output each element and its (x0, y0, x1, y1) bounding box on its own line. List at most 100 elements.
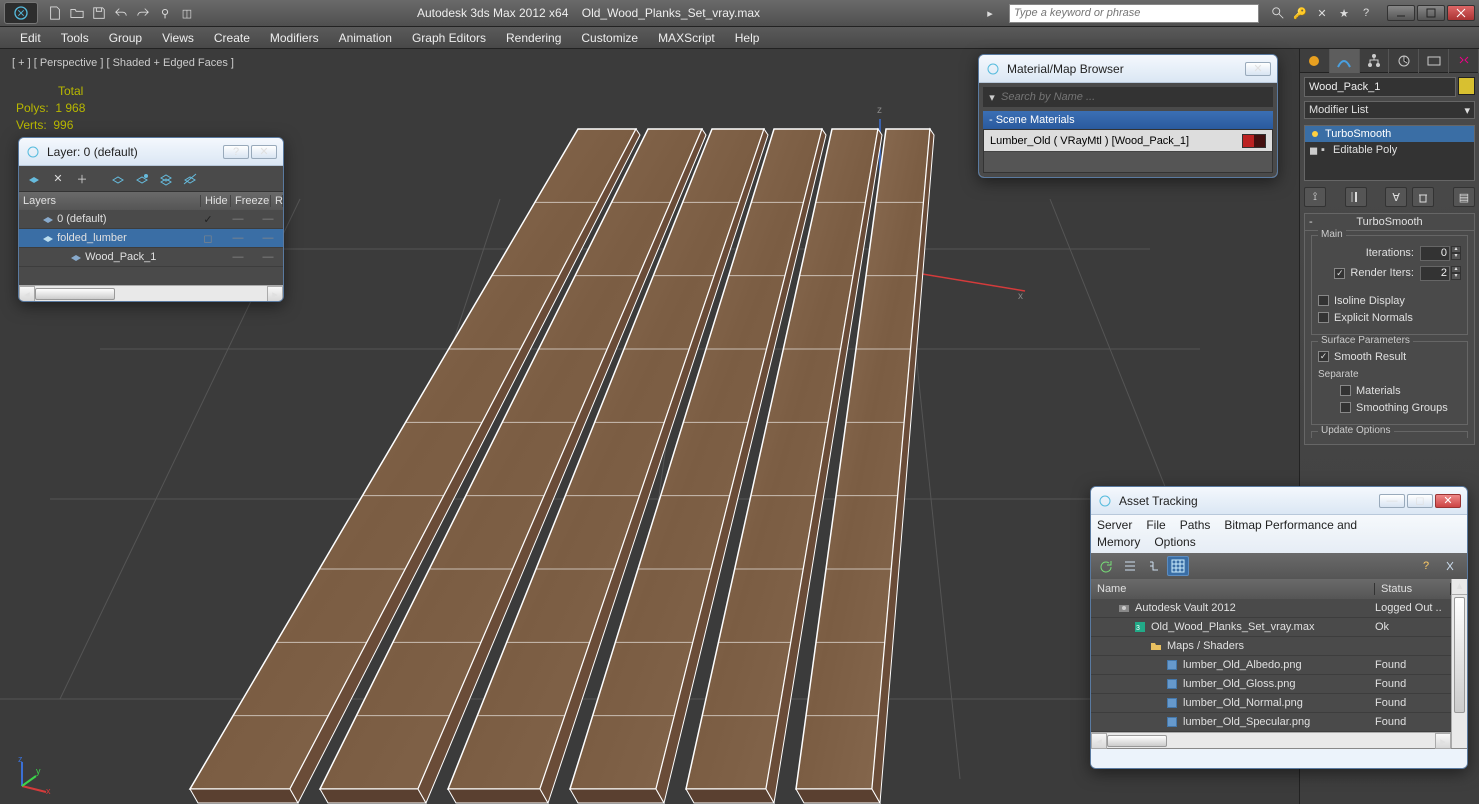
asset-options-icon[interactable] (1439, 556, 1461, 576)
menu-tools[interactable]: Tools (51, 29, 99, 47)
close-button[interactable] (1447, 5, 1475, 21)
asset-close-button[interactable]: ✕ (1435, 494, 1461, 508)
configure-modifier-sets-button[interactable]: ▤ (1453, 187, 1475, 207)
asset-vertical-scrollbar[interactable]: ▴ (1451, 579, 1467, 748)
material-close-button[interactable]: ✕ (1245, 62, 1271, 76)
asset-row[interactable]: Autodesk Vault 2012 Logged Out .. (1091, 599, 1451, 618)
object-color-swatch[interactable] (1458, 77, 1475, 95)
scene-materials-header[interactable]: - Scene Materials (983, 111, 1273, 129)
layer-close-button[interactable]: ✕ (251, 145, 277, 159)
separate-materials-checkbox[interactable] (1340, 385, 1351, 396)
menu-customize[interactable]: Customize (571, 29, 648, 47)
undo-icon[interactable] (111, 3, 131, 23)
layer-row[interactable]: folded_lumber ◻ — — (19, 229, 283, 248)
open-file-icon[interactable] (67, 3, 87, 23)
material-search-input[interactable] (1001, 91, 1273, 103)
help-icon[interactable]: ? (1356, 3, 1376, 23)
layer-row[interactable]: 0 (default) ✓ — — (19, 210, 283, 229)
asset-refresh-icon[interactable] (1095, 556, 1117, 576)
infocenter-dropdown-icon[interactable]: ▸ (980, 3, 1000, 23)
menu-create[interactable]: Create (204, 29, 260, 47)
asset-tree-view-icon[interactable] (1143, 556, 1165, 576)
hierarchy-tab[interactable] (1360, 49, 1390, 73)
remove-modifier-button[interactable] (1412, 187, 1434, 207)
select-highlight-icon[interactable] (109, 170, 127, 188)
layer-help-button[interactable]: ? (223, 145, 249, 159)
material-list-item[interactable]: Lumber_Old ( VRayMtl ) [Wood_Pack_1] (984, 130, 1272, 152)
menu-maxscript[interactable]: MAXScript (648, 29, 725, 47)
new-file-icon[interactable] (45, 3, 65, 23)
search-icon[interactable] (1268, 3, 1288, 23)
isoline-display-checkbox[interactable] (1318, 295, 1329, 306)
asset-row[interactable]: lumber_Old_Albedo.png Found (1091, 656, 1451, 675)
render-iters-spinner[interactable]: ▴▾ (1420, 266, 1461, 281)
application-menu-button[interactable] (4, 2, 38, 24)
asset-menu-bitmap-performance-and-memory[interactable]: Bitmap Performance and Memory (1097, 518, 1357, 549)
asset-menu-file[interactable]: File (1146, 518, 1165, 532)
smooth-result-checkbox[interactable] (1318, 351, 1329, 362)
subscription-icon[interactable]: 🔑 (1290, 3, 1310, 23)
layer-manager-window[interactable]: Layer: 0 (default) ? ✕ ✕ ＋ Layers Hide F… (18, 137, 284, 302)
modify-tab[interactable] (1330, 49, 1360, 73)
link-icon[interactable]: ⚲ (155, 3, 175, 23)
menu-help[interactable]: Help (725, 29, 770, 47)
asset-row[interactable]: Maps / Shaders (1091, 637, 1451, 656)
menu-rendering[interactable]: Rendering (496, 29, 571, 47)
select-objects-icon[interactable] (133, 170, 151, 188)
asset-menu-options[interactable]: Options (1154, 535, 1195, 549)
separate-smoothing-groups-checkbox[interactable] (1340, 402, 1351, 413)
add-to-layer-icon[interactable]: ＋ (73, 170, 91, 188)
pin-stack-button[interactable]: ⟟ (1304, 187, 1326, 207)
modifier-stack-item[interactable]: ◼ ▪Editable Poly (1305, 142, 1474, 158)
layer-horizontal-scrollbar[interactable]: ◂ ▸ (19, 285, 283, 301)
delete-layer-icon[interactable]: ✕ (49, 170, 67, 188)
modifier-stack-item[interactable]: TurboSmooth (1305, 126, 1474, 142)
modifier-list-dropdown[interactable]: Modifier List▾ (1304, 101, 1475, 119)
menu-group[interactable]: Group (99, 29, 152, 47)
asset-row[interactable]: lumber_Old_Specular.png Found (1091, 713, 1451, 732)
asset-row[interactable]: lumber_Old_Gloss.png Found (1091, 675, 1451, 694)
asset-row[interactable]: lumber_Old_Normal.png Found (1091, 694, 1451, 713)
render-iters-checkbox[interactable] (1334, 268, 1345, 279)
infocenter-search-input[interactable] (1009, 4, 1259, 23)
asset-table-view-icon[interactable] (1167, 556, 1189, 576)
show-end-result-button[interactable] (1345, 187, 1367, 207)
material-map-browser-window[interactable]: Material/Map Browser ✕ ▾ - Scene Materia… (978, 54, 1278, 178)
new-layer-icon[interactable] (25, 170, 43, 188)
layer-row[interactable]: Wood_Pack_1 — — (19, 248, 283, 267)
asset-menu-paths[interactable]: Paths (1180, 518, 1211, 532)
asset-maximize-button[interactable]: ◻ (1407, 494, 1433, 508)
modifier-stack[interactable]: TurboSmooth ◼ ▪Editable Poly (1304, 125, 1475, 181)
explicit-normals-checkbox[interactable] (1318, 312, 1329, 323)
highlight-layers-icon[interactable] (157, 170, 175, 188)
favorites-icon[interactable]: ★ (1334, 3, 1354, 23)
create-tab[interactable] (1300, 49, 1330, 73)
viewport-label[interactable]: [ + ] [ Perspective ] [ Shaded + Edged F… (12, 57, 234, 69)
menu-graph-editors[interactable]: Graph Editors (402, 29, 496, 47)
asset-menu-server[interactable]: Server (1097, 518, 1132, 532)
iterations-spinner[interactable]: ▴▾ (1420, 246, 1461, 261)
asset-tracking-window[interactable]: Asset Tracking — ◻ ✕ ServerFilePathsBitm… (1090, 486, 1468, 769)
exchange-icon[interactable]: ✕ (1312, 3, 1332, 23)
hide-unhide-icon[interactable] (181, 170, 199, 188)
asset-row[interactable]: 3Old_Wood_Planks_Set_vray.max Ok (1091, 618, 1451, 637)
menu-views[interactable]: Views (152, 29, 204, 47)
utilities-tab[interactable] (1449, 49, 1479, 73)
redo-icon[interactable] (133, 3, 153, 23)
minimize-button[interactable] (1387, 5, 1415, 21)
asset-list-view-icon[interactable] (1119, 556, 1141, 576)
project-icon[interactable]: ◫ (177, 3, 197, 23)
asset-minimize-button[interactable]: — (1379, 494, 1405, 508)
display-tab[interactable] (1419, 49, 1449, 73)
asset-help-icon[interactable]: ? (1415, 556, 1437, 576)
motion-tab[interactable] (1389, 49, 1419, 73)
save-file-icon[interactable] (89, 3, 109, 23)
asset-horizontal-scrollbar[interactable]: ◂ ▸ (1091, 732, 1451, 748)
make-unique-button[interactable]: ∀ (1385, 187, 1407, 207)
menu-edit[interactable]: Edit (10, 29, 51, 47)
maximize-button[interactable] (1417, 5, 1445, 21)
menu-animation[interactable]: Animation (329, 29, 402, 47)
material-search-options-icon[interactable]: ▾ (983, 88, 1001, 106)
object-name-input[interactable] (1304, 77, 1456, 97)
menu-modifiers[interactable]: Modifiers (260, 29, 329, 47)
